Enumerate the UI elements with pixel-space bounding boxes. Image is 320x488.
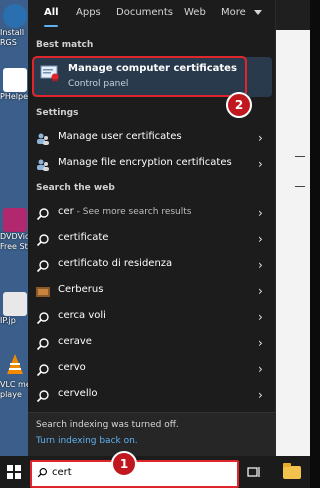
desktop-icon-vlc[interactable]: VLC me playe — [0, 352, 30, 400]
search-icon — [36, 234, 49, 247]
windows-start-icon[interactable] — [7, 465, 21, 479]
vlc-icon — [7, 354, 23, 374]
web-result-label: certificato di residenza — [58, 258, 173, 269]
web-result-label: cerave — [58, 336, 92, 347]
web-result-label: certificate — [58, 232, 109, 243]
settings-item-label: Manage file encryption certificates — [58, 157, 232, 168]
turn-indexing-on-link[interactable]: Turn indexing back on. — [36, 436, 138, 446]
search-icon — [36, 208, 49, 221]
chevron-right-icon: › — [258, 362, 263, 376]
search-icon — [36, 260, 49, 273]
search-icon — [37, 468, 47, 478]
web-result-certificato[interactable]: certificato di residenza › — [28, 253, 275, 277]
search-tabs: All Apps Documents Web More — [28, 0, 275, 28]
tab-all[interactable]: All — [44, 7, 59, 18]
desktop-icon-ip-jpg[interactable]: IP.jp — [0, 292, 30, 326]
chevron-right-icon: › — [258, 284, 263, 298]
file-explorer-icon[interactable] — [283, 463, 301, 479]
chevron-right-icon: › — [258, 310, 263, 324]
search-icon — [36, 312, 49, 325]
chevron-right-icon: › — [258, 206, 263, 220]
section-best-match: Best match — [36, 40, 94, 50]
taskbar: cert 1 — [0, 451, 310, 488]
chevron-right-icon: › — [258, 131, 263, 145]
start-search-panel: All Apps Documents Web More Best match M… — [28, 0, 276, 457]
best-match-result[interactable]: Manage computer certificates Control pan… — [32, 56, 272, 97]
chevron-right-icon: › — [258, 336, 263, 350]
web-result-cerave[interactable]: cerave › — [28, 331, 275, 355]
tab-documents[interactable]: Documents — [116, 7, 173, 18]
section-search-web: Search the web — [36, 183, 115, 193]
search-input[interactable]: cert — [52, 467, 72, 478]
web-result-cer[interactable]: cer - See more search results › — [28, 201, 275, 225]
background-window — [275, 0, 310, 456]
task-view-icon[interactable] — [247, 465, 261, 479]
freestudio-icon — [3, 208, 27, 232]
desktop-icon-install-rgs[interactable]: Install RGS — [0, 4, 30, 48]
chevron-right-icon: › — [258, 388, 263, 402]
web-result-label: cervo — [58, 362, 86, 373]
bosch-icon — [3, 68, 27, 92]
step-badge-2: 2 — [226, 92, 252, 118]
web-result-label: cer - See more search results — [58, 206, 192, 217]
web-result-cervello[interactable]: cervello › — [28, 383, 275, 407]
tab-apps[interactable]: Apps — [76, 7, 101, 18]
settings-item-file-encryption[interactable]: Manage file encryption certificates › — [28, 152, 275, 176]
chevron-down-icon — [254, 10, 262, 15]
install-rgs-icon — [3, 4, 27, 28]
web-result-label: cervello — [58, 388, 98, 399]
settings-item-label: Manage user certificates — [58, 131, 182, 142]
users-settings-icon — [37, 159, 49, 171]
section-settings: Settings — [36, 108, 79, 118]
desktop: Install RGS PHelpe DVDVide Free Stu IP.j… — [0, 0, 30, 456]
web-result-cervo[interactable]: cervo › — [28, 357, 275, 381]
cerberus-thumbnail-icon — [36, 287, 50, 297]
web-result-label: cerca voli — [58, 310, 106, 321]
image-file-icon — [3, 292, 27, 316]
desktop-icon-dvdvideo[interactable]: DVDVide Free Stu — [0, 208, 30, 252]
web-result-label: Cerberus — [58, 284, 104, 295]
indexing-notice: Search indexing was turned off. Turn ind… — [28, 412, 275, 457]
active-tab-indicator — [44, 25, 58, 27]
search-icon — [36, 338, 49, 351]
chevron-right-icon: › — [258, 232, 263, 246]
chevron-right-icon: › — [258, 157, 263, 171]
web-result-certificate[interactable]: certificate › — [28, 227, 275, 251]
search-icon — [36, 390, 49, 403]
users-settings-icon — [37, 133, 49, 145]
step-badge-1: 1 — [111, 451, 137, 477]
search-icon — [36, 364, 49, 377]
chevron-right-icon: › — [258, 258, 263, 272]
tab-more[interactable]: More — [221, 7, 246, 18]
desktop-icon-bosch-helper[interactable]: PHelpe — [0, 68, 30, 102]
web-result-cerberus[interactable]: Cerberus › — [28, 279, 275, 303]
web-result-cerca-voli[interactable]: cerca voli › — [28, 305, 275, 329]
indexing-notice-text: Search indexing was turned off. — [36, 420, 179, 430]
settings-item-user-certificates[interactable]: Manage user certificates › — [28, 126, 275, 150]
tab-web[interactable]: Web — [184, 7, 206, 18]
highlight-outline — [32, 56, 247, 97]
